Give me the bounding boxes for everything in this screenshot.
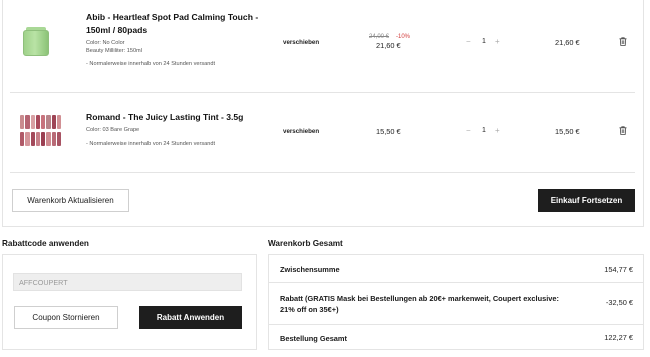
unit-price: 21,60 € — [376, 41, 401, 50]
product-image-romand[interactable] — [20, 115, 62, 147]
quantity-value[interactable]: 1 — [482, 38, 486, 45]
product-title[interactable]: Romand - The Juicy Lasting Tint - 3.5g — [86, 111, 243, 124]
apply-coupon-button[interactable]: Rabatt Anwenden — [139, 306, 242, 329]
discount-label: Rabatt (GRATIS Mask bei Bestellungen ab … — [280, 294, 559, 314]
subtotal-value: 154,77 € — [604, 265, 633, 274]
coupon-panel — [2, 254, 257, 350]
subtotal-label: Zwischensumme — [280, 265, 340, 274]
unit-price: 15,50 € — [376, 127, 401, 136]
line-total: 21,60 € — [555, 38, 580, 47]
trash-icon[interactable] — [619, 37, 627, 46]
move-to-wishlist-link[interactable]: verschieben — [283, 39, 319, 46]
cart-totals-panel: Zwischensumme 154,77 € Rabatt (GRATIS Ma… — [268, 254, 644, 350]
product-title[interactable]: Abib - Heartleaf Spot Pad Calming Touch … — [86, 11, 271, 37]
coupon-code-input[interactable] — [13, 273, 242, 291]
discount-value: -32,50 € — [605, 298, 633, 307]
minus-icon[interactable]: − — [466, 126, 471, 135]
plus-icon[interactable]: + — [495, 37, 500, 46]
subtotal-row: Zwischensumme 154,77 € — [269, 255, 643, 283]
quantity-value[interactable]: 1 — [482, 127, 486, 134]
plus-icon[interactable]: + — [495, 126, 500, 135]
discount-row: Rabatt (GRATIS Mask bei Bestellungen ab … — [269, 283, 643, 325]
order-total-label: Bestellung Gesamt — [280, 334, 347, 343]
continue-shopping-button[interactable]: Einkauf Fortsetzen — [538, 189, 635, 212]
row-divider — [10, 172, 635, 173]
move-to-wishlist-link[interactable]: verschieben — [283, 128, 319, 135]
order-total-row: Bestellung Gesamt 122,27 € — [269, 325, 643, 350]
coupon-heading: Rabattcode anwenden — [2, 239, 89, 248]
update-cart-button[interactable]: Warenkorb Aktualisieren — [12, 189, 129, 212]
discount-badge: -10% — [396, 34, 411, 40]
row-divider — [10, 92, 635, 93]
order-total-value: 122,27 € — [604, 333, 633, 342]
shipping-info: - Normalerweise innerhalb von 24 Stunden… — [86, 141, 216, 147]
product-image-abib[interactable] — [23, 30, 49, 56]
price-old: 24,00 € — [369, 34, 390, 40]
trash-icon[interactable] — [619, 126, 627, 135]
shipping-info: - Normalerweise innerhalb von 24 Stunden… — [86, 61, 216, 67]
cart-totals-heading: Warenkorb Gesamt — [268, 239, 343, 248]
product-color: Color: No Color — [86, 40, 125, 46]
product-size: Beauty Milliliter: 150ml — [86, 48, 142, 54]
cancel-coupon-button[interactable]: Coupon Stornieren — [14, 306, 118, 329]
line-total: 15,50 € — [555, 127, 580, 136]
product-color: Color: 03 Bare Grape — [86, 127, 140, 133]
minus-icon[interactable]: − — [466, 37, 471, 46]
